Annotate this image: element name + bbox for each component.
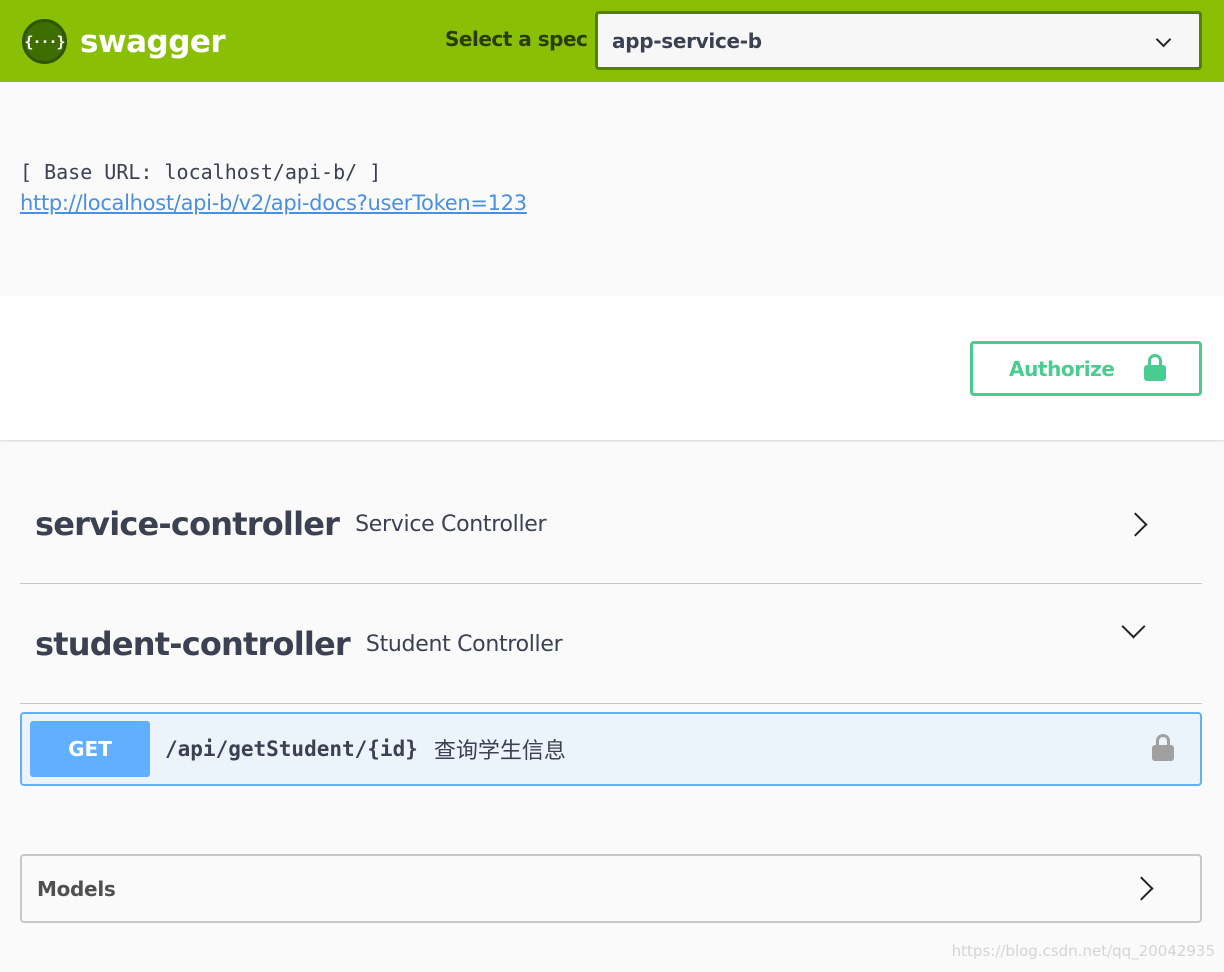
spec-select-value: app-service-b [612,28,762,53]
operation-path: /api/getStudent/{id} [165,737,418,761]
swagger-logo-icon: {···} [22,19,67,64]
tag-name: student-controller [35,624,351,663]
authorize-label: Authorize [1009,356,1115,381]
models-label: Models [37,876,116,901]
api-docs-link[interactable]: http://localhost/api-b/v2/api-docs?userT… [20,186,527,220]
base-url: [ Base URL: localhost/api-b/ ] [20,160,382,184]
operation-get-student[interactable]: GET /api/getStudent/{id} 查询学生信息 [20,712,1202,786]
api-info: [ Base URL: localhost/api-b/ ] http://lo… [20,158,527,220]
tag-description: Service Controller [355,512,547,537]
topbar: {···} swagger Select a spec app-service-… [0,0,1224,82]
operation-summary: 查询学生信息 [433,739,566,764]
spec-select[interactable]: app-service-b [595,11,1202,70]
select-spec-label: Select a spec [445,27,588,51]
chevron-right-icon [1129,876,1154,901]
scheme-container: Authorize [0,296,1224,440]
chevron-down-icon [1155,31,1172,48]
tag-description: Student Controller [365,632,563,657]
authorize-button[interactable]: Authorize [970,341,1202,396]
unlocked-icon [1144,354,1166,382]
chevron-right-icon [1123,512,1148,537]
logo-glyph: {···} [24,32,65,51]
lock-icon[interactable] [1152,734,1174,762]
tag-student-controller[interactable]: student-controller Student Controller [20,584,1202,704]
tag-name: service-controller [35,504,340,543]
swagger-logo[interactable]: {···} swagger [22,19,226,64]
chevron-down-icon [1121,614,1146,639]
models-section[interactable]: Models [20,854,1202,923]
method-badge: GET [30,721,150,777]
brand-name: swagger [80,23,226,60]
watermark: https://blog.csdn.net/qq_20042935 [951,942,1215,960]
tag-service-controller[interactable]: service-controller Service Controller [20,464,1202,584]
